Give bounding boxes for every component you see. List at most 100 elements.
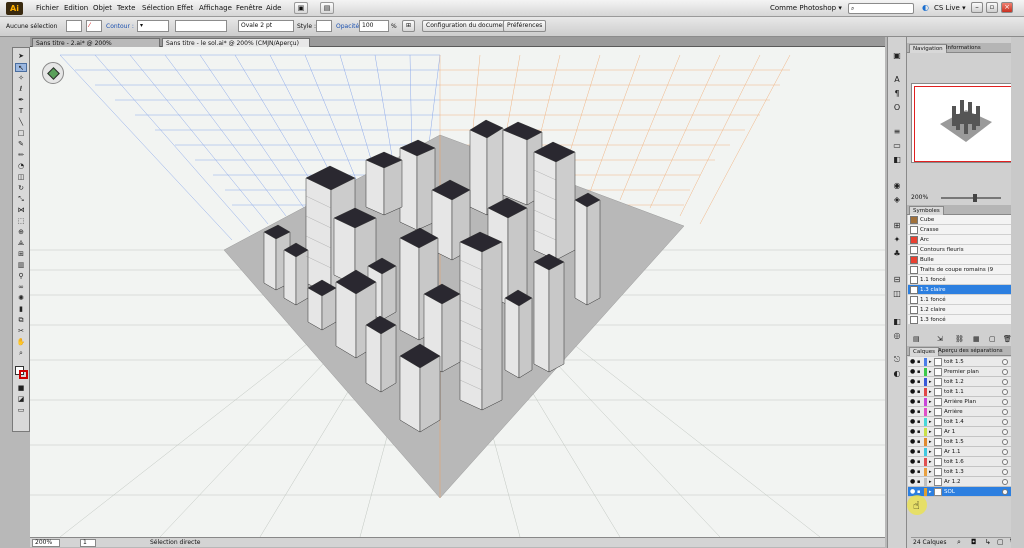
layer-name[interactable]: toit 1.3: [944, 467, 964, 477]
scale-icon[interactable]: ⤡: [15, 195, 27, 204]
lock-icon[interactable]: ▪: [917, 467, 920, 477]
expand-triangle-icon[interactable]: ▸: [929, 387, 932, 397]
color-guide-icon[interactable]: ◐: [892, 369, 902, 378]
expand-triangle-icon[interactable]: ▸: [929, 427, 932, 437]
lock-icon[interactable]: ▪: [917, 357, 920, 367]
layer-row[interactable]: ● ▪ ▸ toit 1.6: [908, 457, 1012, 467]
artboard-tool-icon[interactable]: ⧉: [15, 316, 27, 325]
layer-row[interactable]: ● ▪ ▸ Arrière: [908, 407, 1012, 417]
expand-triangle-icon[interactable]: ▸: [929, 417, 932, 427]
close-button[interactable]: ×: [1001, 2, 1013, 13]
break-link-icon[interactable]: ⛓: [955, 335, 964, 343]
layer-name[interactable]: toit 1.5: [944, 437, 964, 447]
target-icon[interactable]: [1002, 459, 1008, 465]
lock-icon[interactable]: ▪: [917, 407, 920, 417]
expand-triangle-icon[interactable]: ▸: [929, 367, 932, 377]
layer-row[interactable]: ● ▪ ▸ toit 1.4: [908, 417, 1012, 427]
visibility-eye-icon[interactable]: ●: [910, 397, 915, 407]
workspace-switcher[interactable]: Comme Photoshop ▾: [770, 4, 842, 12]
target-icon[interactable]: [1002, 379, 1008, 385]
tab-document-2[interactable]: Sans titre - 2.ai* @ 200% (CMJN/Aperçu): [32, 38, 160, 56]
new-layer-icon[interactable]: ▢: [997, 538, 1004, 546]
zoom-field[interactable]: 200%: [32, 539, 60, 547]
expand-triangle-icon[interactable]: ▸: [929, 407, 932, 417]
stroke-color-icon[interactable]: [19, 370, 28, 379]
visibility-eye-icon[interactable]: ●: [910, 357, 915, 367]
direct-selection-tool-icon[interactable]: ↖: [15, 63, 27, 72]
navigator-preview[interactable]: [911, 83, 1019, 163]
target-icon[interactable]: [1002, 389, 1008, 395]
target-icon[interactable]: [1002, 399, 1008, 405]
free-transform-icon[interactable]: ⬚: [15, 217, 27, 226]
magic-wand-icon[interactable]: ✧: [15, 74, 27, 83]
layer-row[interactable]: ● ▪ ▸ toit 1.3: [908, 467, 1012, 477]
draw-mode-icon[interactable]: ◪: [15, 395, 27, 404]
symbol-item[interactable]: 1.3 claire: [908, 285, 1012, 295]
pathfinder-icon[interactable]: ◫: [892, 289, 902, 298]
tab-navigation[interactable]: Navigation: [909, 44, 947, 53]
layer-name[interactable]: toit 1.6: [944, 457, 964, 467]
symbols-icon[interactable]: ♣: [892, 249, 902, 258]
zoom-slider-thumb[interactable]: [973, 194, 977, 202]
expand-triangle-icon[interactable]: ▸: [929, 397, 932, 407]
visibility-eye-icon[interactable]: ●: [910, 457, 915, 467]
layer-name[interactable]: Arrière Plan: [944, 397, 976, 407]
layer-name[interactable]: Premier plan: [944, 367, 979, 377]
target-icon[interactable]: [1002, 469, 1008, 475]
tab-symboles[interactable]: Symboles: [909, 206, 944, 215]
target-icon[interactable]: [1002, 359, 1008, 365]
layer-row[interactable]: ● ▪ ▸ toit 1.5: [908, 437, 1012, 447]
expand-triangle-icon[interactable]: ▸: [929, 437, 932, 447]
brushes-icon[interactable]: ✦: [892, 235, 902, 244]
mesh-icon[interactable]: ⊞: [15, 250, 27, 259]
paintbrush-icon[interactable]: ✎: [15, 140, 27, 149]
stroke-weight-field[interactable]: ▾: [137, 20, 169, 32]
target-icon[interactable]: [1002, 449, 1008, 455]
screen-mode-icon[interactable]: ▭: [15, 406, 27, 415]
transparency-icon[interactable]: ◧: [892, 155, 902, 164]
menu-fichier[interactable]: Fichier: [36, 4, 59, 12]
menu-texte[interactable]: Texte: [117, 4, 135, 12]
visibility-eye-icon[interactable]: ●: [910, 467, 915, 477]
locate-object-icon[interactable]: ⌕: [957, 538, 961, 547]
rotate-icon[interactable]: ↻: [15, 184, 27, 193]
gradient-icon[interactable]: ▥: [15, 261, 27, 270]
lock-icon[interactable]: ▪: [917, 377, 920, 387]
menu-objet[interactable]: Objet: [93, 4, 112, 12]
color-mode-icon[interactable]: ■: [15, 384, 27, 393]
lock-icon[interactable]: ▪: [917, 437, 920, 447]
layer-row[interactable]: ● ▪ ▸ Arrière Plan: [908, 397, 1012, 407]
layer-row[interactable]: ● ▪ ▸ Premier plan: [908, 367, 1012, 377]
links-icon[interactable]: ⎋: [892, 355, 902, 364]
zoom-slider[interactable]: [941, 197, 1001, 199]
contour-label[interactable]: Contour :: [106, 23, 134, 30]
panel-scrollbar[interactable]: [1011, 37, 1024, 548]
menu-selection[interactable]: Sélection: [142, 4, 174, 12]
layer-row[interactable]: ● ▪ ▸ toit 1.2: [908, 377, 1012, 387]
layer-row[interactable]: ● ▪ ▸ Ar 1.2: [908, 477, 1012, 487]
brush-field[interactable]: Ovale 2 pt: [238, 20, 294, 32]
width-tool-icon[interactable]: ⋈: [15, 206, 27, 215]
layers-icon[interactable]: ◧: [892, 317, 902, 326]
align-icon[interactable]: ⊞: [402, 20, 416, 32]
expand-triangle-icon[interactable]: ▸: [929, 357, 932, 367]
selection-tool-icon[interactable]: ➤: [15, 52, 27, 61]
cs-live-menu[interactable]: CS Live ▾: [934, 4, 966, 12]
visibility-eye-icon[interactable]: ●: [910, 377, 915, 387]
lock-icon[interactable]: ▪: [917, 427, 920, 437]
pen-tool-icon[interactable]: ✒: [15, 96, 27, 105]
lock-icon[interactable]: ▪: [917, 367, 920, 377]
menu-effet[interactable]: Effet: [177, 4, 193, 12]
gradient-panel-icon[interactable]: ▭: [892, 141, 902, 150]
tab-apercu-separations[interactable]: Aperçu des séparations: [935, 347, 1006, 356]
perspective-widget-icon[interactable]: [42, 62, 64, 84]
visibility-eye-icon[interactable]: ●: [910, 427, 915, 437]
preferences-button[interactable]: Préférences: [503, 20, 547, 32]
lock-icon[interactable]: ▪: [917, 397, 920, 407]
maximize-button[interactable]: ▫: [986, 2, 998, 13]
expand-triangle-icon[interactable]: ▸: [929, 467, 932, 477]
place-symbol-icon[interactable]: ⇲: [937, 335, 943, 343]
navigator-zoom[interactable]: 200%: [911, 194, 928, 201]
menu-affichage[interactable]: Affichage: [199, 4, 232, 12]
new-sublayer-icon[interactable]: ↳: [985, 538, 991, 546]
